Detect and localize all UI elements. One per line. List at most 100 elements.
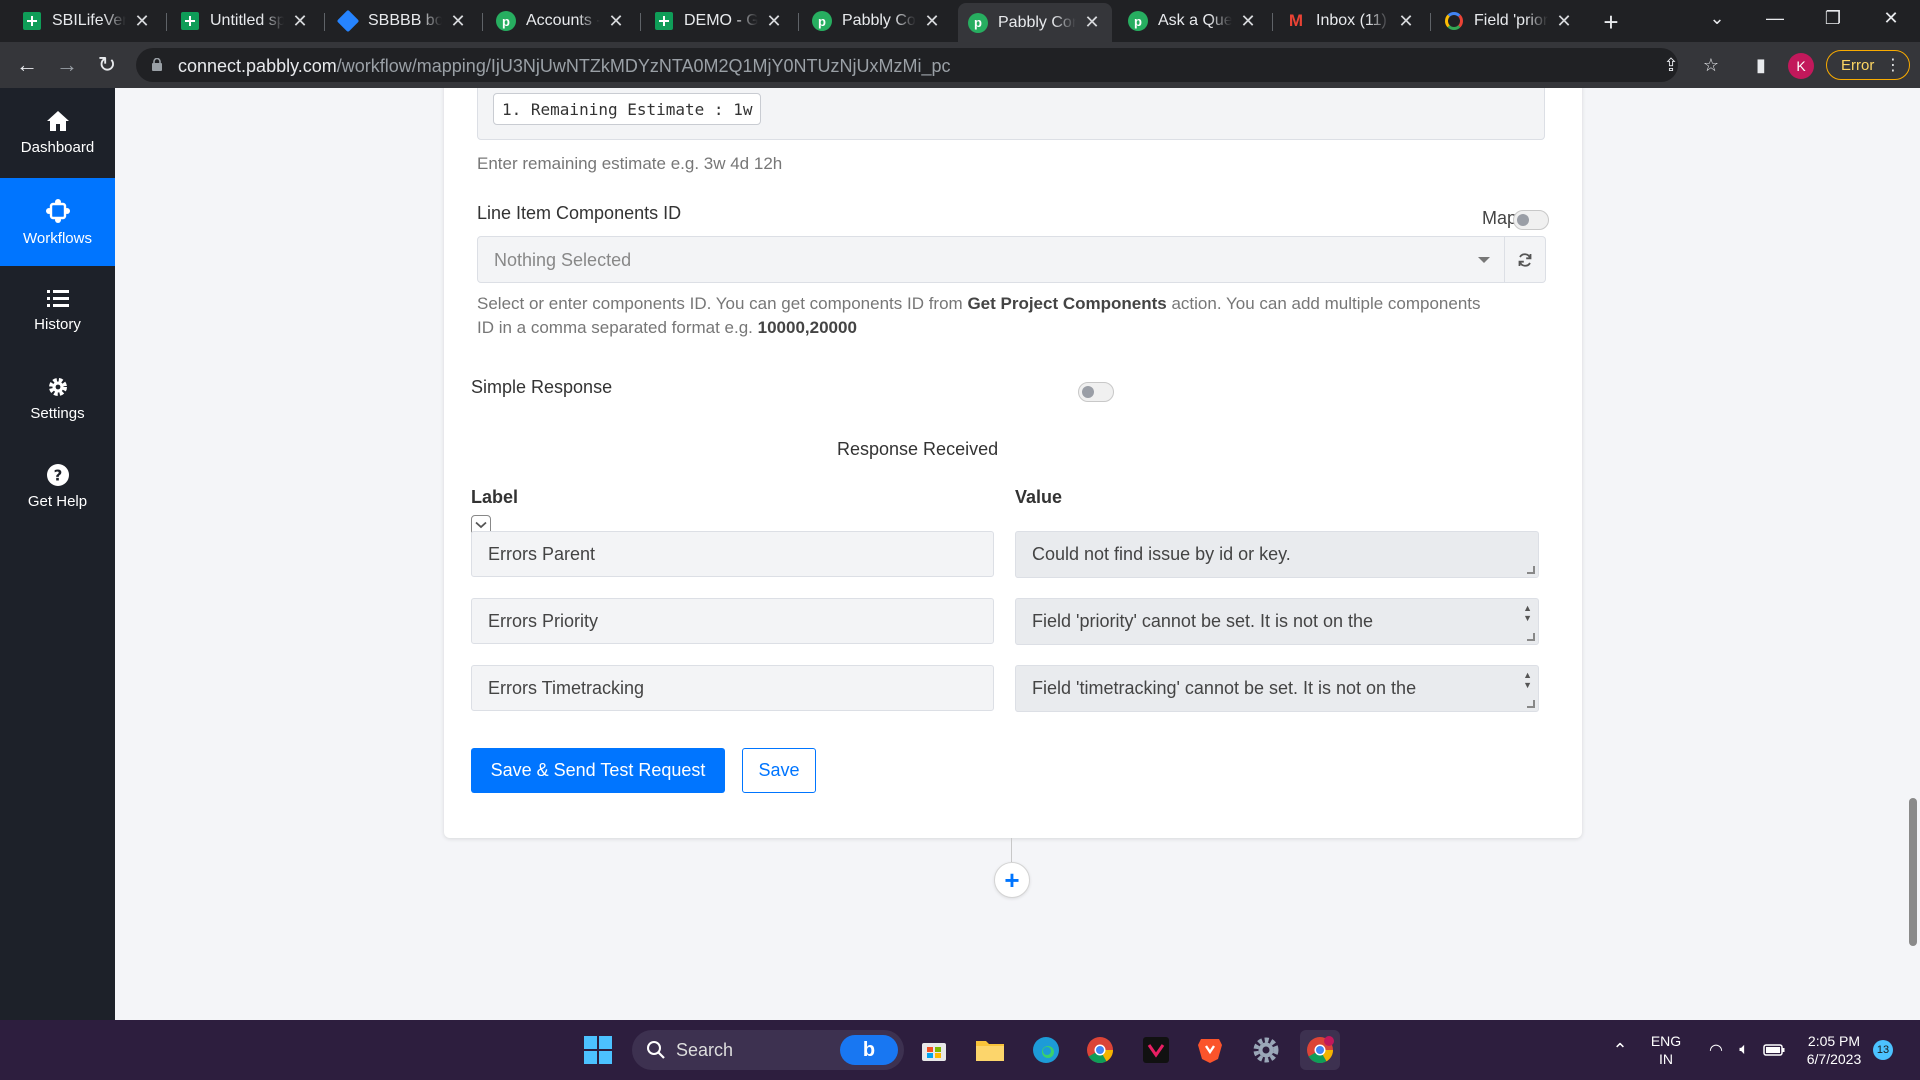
taskbar-search[interactable]: Search b — [632, 1030, 904, 1070]
tab-close-icon[interactable]: ✕ — [290, 11, 310, 32]
file-explorer-icon[interactable] — [970, 1030, 1010, 1070]
tab-close-icon[interactable]: ✕ — [1238, 11, 1258, 32]
response-value-text: Field 'priority' cannot be set. It is no… — [1032, 611, 1374, 631]
scrollbar-thumb[interactable] — [1909, 798, 1917, 946]
tab-close-icon[interactable]: ✕ — [764, 11, 784, 32]
response-value-field[interactable]: Could not find issue by id or key. — [1015, 531, 1539, 578]
remaining-estimate-field[interactable]: 1. Remaining Estimate : 1w — [477, 88, 1545, 140]
tab-close-icon[interactable]: ✕ — [132, 11, 152, 32]
tab-close-icon[interactable]: ✕ — [448, 11, 468, 32]
page-scrollbar[interactable] — [1905, 88, 1920, 1020]
resize-grip-icon[interactable] — [1527, 700, 1535, 708]
browser-tab[interactable]: SBILifeVerse ✕ — [12, 4, 162, 38]
input-language[interactable]: ENG IN — [1644, 1032, 1688, 1068]
tab-close-icon[interactable]: ✕ — [1082, 12, 1102, 33]
tab-divider — [1430, 13, 1431, 31]
mapped-value-pill[interactable]: 1. Remaining Estimate : 1w — [493, 93, 762, 125]
sidebar-item-workflows[interactable]: Workflows — [0, 178, 115, 266]
sidebar-item-settings[interactable]: Settings — [0, 354, 115, 442]
tray-chevron-up-icon[interactable]: ⌃ — [1600, 1030, 1640, 1070]
edge-browser-icon[interactable] — [1026, 1030, 1066, 1070]
tab-close-icon[interactable]: ✕ — [922, 11, 942, 32]
profile-avatar[interactable]: K — [1788, 53, 1814, 79]
share-icon[interactable]: ⇪ — [1656, 50, 1686, 80]
more-vertical-icon[interactable]: ⋮ — [1885, 55, 1901, 75]
minimize-icon[interactable]: — — [1752, 0, 1798, 36]
label-column-header: Label — [471, 487, 519, 507]
sidebar-item-label: History — [34, 315, 81, 333]
microsoft-store-icon[interactable] — [914, 1030, 954, 1070]
tab-divider — [482, 13, 483, 31]
help-question-icon: ? — [46, 463, 69, 486]
browser-tab[interactable]: p Accounts - App ✕ — [486, 4, 636, 38]
response-label-field[interactable]: Errors Timetracking — [471, 665, 994, 711]
battery-icon[interactable] — [1754, 1030, 1794, 1070]
action-config-card: 1. Remaining Estimate : 1w Enter remaini… — [444, 88, 1582, 838]
browser-tab[interactable]: SBBBB board ✕ — [328, 4, 478, 38]
pabbly-icon: p — [1128, 11, 1148, 31]
gear-icon — [48, 377, 67, 396]
response-value-field[interactable]: Field 'timetracking' cannot be set. It i… — [1015, 665, 1539, 712]
response-label-field[interactable]: Errors Priority — [471, 598, 994, 644]
tab-search-chevron-icon[interactable]: ⌄ — [1694, 0, 1740, 36]
pabbly-icon: p — [496, 11, 516, 31]
new-tab-plus-icon[interactable]: + — [1588, 4, 1634, 40]
browser-tab[interactable]: DEMO - Google ✕ — [644, 4, 794, 38]
browser-tab[interactable]: Field 'priority' ✕ — [1434, 4, 1584, 38]
browser-tab-active[interactable]: p Pabbly Connect ✕ — [958, 3, 1112, 42]
simple-response-toggle[interactable] — [1078, 382, 1114, 402]
save-button[interactable]: Save — [742, 748, 816, 793]
browser-toolbar: ← → ↻ connect.pabbly.com/workflow/mappin… — [0, 42, 1920, 88]
windows-taskbar: Search b ⌃ ENG IN ◠ 🔈︎ 2:05 PM 6/7/2023 — [0, 1020, 1920, 1080]
notification-badge[interactable]: 13 — [1873, 1040, 1893, 1060]
response-label-field[interactable]: Errors Parent — [471, 531, 994, 577]
media-app-icon[interactable] — [1136, 1030, 1176, 1070]
sidebar-item-get-help[interactable]: ? Get Help — [0, 442, 115, 530]
browser-tab[interactable]: Untitled spreadsheet ✕ — [170, 4, 320, 38]
browser-tab[interactable]: p Ask a Question ✕ — [1118, 4, 1268, 38]
browser-error-chip[interactable]: Error ⋮ — [1826, 50, 1910, 80]
restore-icon[interactable]: ❐ — [1810, 0, 1856, 36]
components-id-select[interactable]: Nothing Selected — [477, 236, 1505, 283]
resize-grip-icon[interactable] — [1527, 566, 1535, 574]
bing-icon[interactable]: b — [840, 1035, 898, 1065]
remaining-estimate-help: Enter remaining estimate e.g. 3w 4d 12h — [477, 154, 783, 173]
tab-close-icon[interactable]: ✕ — [1554, 11, 1574, 32]
scroll-arrows-icon[interactable]: ▲ ▼ — [1523, 670, 1532, 690]
pabbly-icon: p — [812, 11, 832, 31]
tab-close-icon[interactable]: ✕ — [606, 11, 626, 32]
sidebar-item-history[interactable]: History — [0, 266, 115, 354]
sidebar-item-dashboard[interactable]: Dashboard — [0, 88, 115, 176]
browser-tab[interactable]: p Pabbly Connect ✕ — [802, 4, 952, 38]
browser-tab[interactable]: M Inbox (11) - ✕ — [1276, 4, 1426, 38]
bookmark-star-icon[interactable]: ☆ — [1696, 50, 1726, 80]
back-arrow-icon[interactable]: ← — [12, 50, 42, 80]
gmail-icon: M — [1288, 11, 1304, 30]
response-value-text: Field 'timetracking' cannot be set. It i… — [1032, 678, 1417, 698]
reload-icon[interactable]: ↻ — [92, 50, 122, 80]
settings-gear-icon[interactable] — [1246, 1030, 1286, 1070]
windows-start-icon[interactable] — [578, 1030, 618, 1070]
tab-label: Inbox (11) - — [1316, 12, 1390, 29]
save-send-test-button[interactable]: Save & Send Test Request — [471, 748, 725, 793]
address-bar[interactable]: connect.pabbly.com/workflow/mapping/IjU3… — [136, 48, 1678, 82]
tab-divider — [798, 13, 799, 31]
tab-close-icon[interactable]: ✕ — [1396, 11, 1416, 32]
chrome-icon[interactable] — [1080, 1030, 1120, 1070]
resize-grip-icon[interactable] — [1527, 633, 1535, 641]
brave-browser-icon[interactable] — [1190, 1030, 1230, 1070]
map-toggle[interactable] — [1513, 210, 1549, 230]
scroll-arrows-icon[interactable]: ▲ ▼ — [1523, 603, 1532, 623]
select-placeholder: Nothing Selected — [494, 250, 632, 270]
refresh-button[interactable] — [1505, 236, 1546, 283]
forward-arrow-icon[interactable]: → — [52, 50, 82, 80]
tab-label: SBILifeVerse — [52, 12, 126, 29]
tab-label: Pabbly Connect — [998, 13, 1076, 31]
side-panel-icon[interactable]: ▮ — [1746, 50, 1776, 80]
response-value-field[interactable]: Field 'priority' cannot be set. It is no… — [1015, 598, 1539, 645]
clock[interactable]: 2:05 PM 6/7/2023 — [1796, 1032, 1872, 1068]
add-step-plus-icon[interactable]: + — [994, 862, 1030, 898]
sheets-icon — [654, 11, 674, 31]
close-window-icon[interactable]: ✕ — [1868, 0, 1914, 36]
chrome-profile-icon[interactable] — [1300, 1030, 1340, 1070]
